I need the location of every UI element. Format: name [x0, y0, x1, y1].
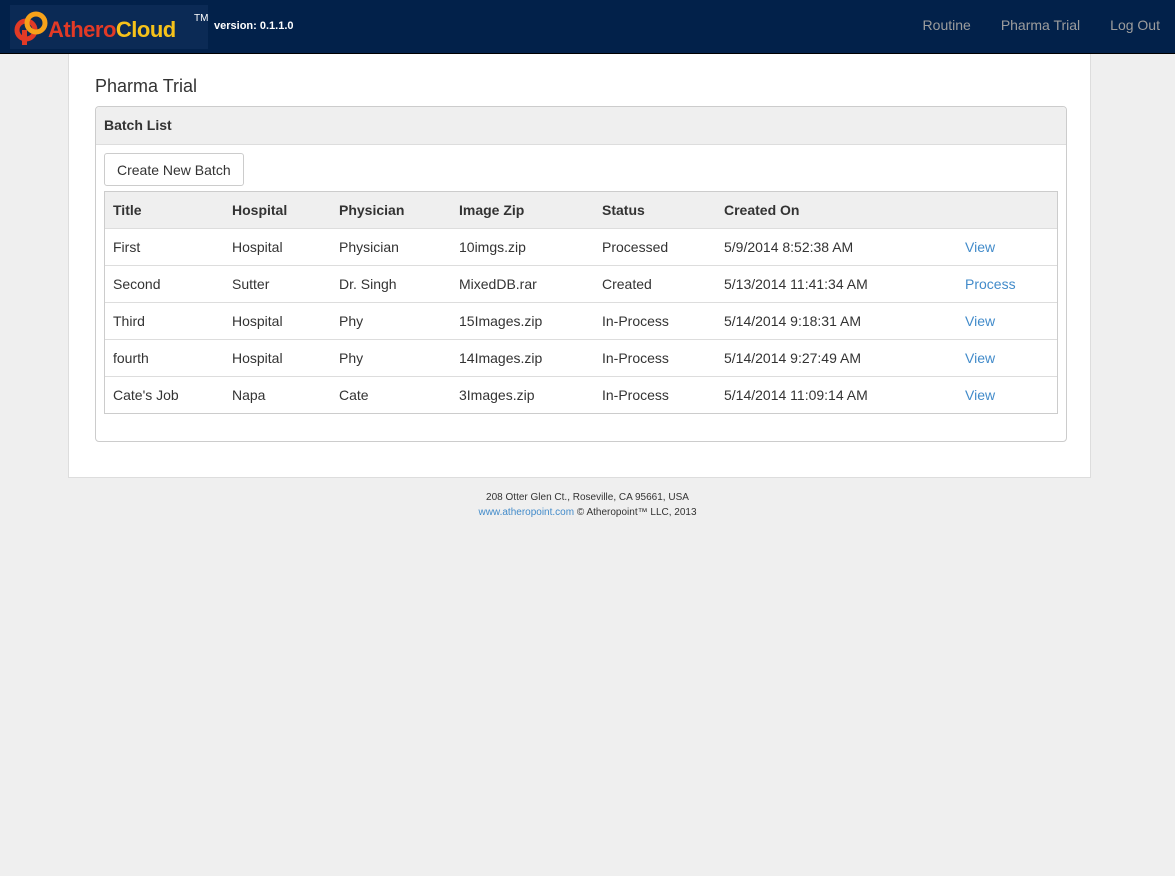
version-label: version: 0.1.1.0: [214, 20, 294, 32]
cell-hospital: Hospital: [224, 302, 331, 340]
cell-title: Third: [105, 302, 224, 340]
process-link[interactable]: Process: [965, 276, 1016, 292]
logo-text-athero: Athero: [48, 17, 116, 42]
column-header-hospital: Hospital: [224, 192, 331, 229]
footer-address: 208 Otter Glen Ct., Roseville, CA 95661,…: [486, 492, 689, 503]
view-link[interactable]: View: [965, 313, 995, 329]
cell-image-zip: 15Images.zip: [451, 302, 594, 340]
cell-status: Processed: [594, 228, 716, 266]
column-header-created-on: Created On: [716, 192, 957, 229]
nav-log-out[interactable]: Log Out: [1095, 0, 1175, 50]
column-header-action: [957, 192, 1057, 229]
column-header-title: Title: [105, 192, 224, 229]
table-row: Cate's Job Napa Cate 3Images.zip In-Proc…: [105, 377, 1057, 414]
cell-hospital: Hospital: [224, 228, 331, 266]
table-header-row: Title Hospital Physician Image Zip Statu…: [105, 192, 1057, 229]
nav-routine[interactable]: Routine: [908, 0, 986, 50]
footer-website-link[interactable]: www.atheropoint.com: [478, 507, 574, 518]
cell-created-on: 5/14/2014 11:09:14 AM: [724, 387, 868, 403]
column-header-status: Status: [594, 192, 716, 229]
cell-physician: Dr. Singh: [331, 265, 451, 303]
brand-logo[interactable]: AtheroCloud TM: [10, 5, 208, 49]
batch-table-wrapper[interactable]: Title Hospital Physician Image Zip Statu…: [104, 191, 1058, 414]
cell-physician: Phy: [331, 339, 451, 377]
cell-title: First: [105, 228, 224, 266]
table-row: Second Sutter Dr. Singh MixedDB.rar Crea…: [105, 265, 1057, 303]
main-container: Pharma Trial Batch List Create New Batch…: [68, 54, 1091, 478]
cell-hospital: Napa: [232, 387, 266, 403]
cell-title: Cate's Job: [113, 387, 179, 403]
footer: 208 Otter Glen Ct., Roseville, CA 95661,…: [0, 490, 1175, 520]
cell-image-zip: 10imgs.zip: [451, 228, 594, 266]
cell-image-zip: 3Images.zip: [459, 387, 535, 403]
cell-hospital: Sutter: [224, 265, 331, 303]
cell-action: View: [957, 228, 1057, 266]
page-title: Pharma Trial: [95, 76, 198, 96]
cell-created-on: 5/13/2014 11:41:34 AM: [716, 265, 957, 303]
table-row: fourth Hospital Phy 14Images.zip In-Proc…: [105, 339, 1057, 377]
cell-action: View: [957, 377, 1057, 414]
cell-created-on: 5/9/2014 8:52:38 AM: [716, 228, 957, 266]
cell-created-on: 5/14/2014 9:27:49 AM: [716, 339, 957, 377]
cell-created-on: 5/14/2014 9:18:31 AM: [716, 302, 957, 340]
cell-status: In-Process: [594, 339, 716, 377]
view-link[interactable]: View: [965, 387, 995, 403]
cell-physician: Phy: [331, 302, 451, 340]
column-header-physician: Physician: [331, 192, 451, 229]
panel-heading: Batch List: [96, 107, 1066, 145]
view-link[interactable]: View: [965, 350, 995, 366]
cell-hospital: Hospital: [224, 339, 331, 377]
cell-status: Created: [594, 265, 716, 303]
top-navbar: AtheroCloud TM version: 0.1.1.0 Routine …: [0, 0, 1175, 54]
athero-logo-icon: [14, 11, 48, 45]
view-link[interactable]: View: [965, 239, 995, 255]
cell-physician: Physician: [331, 228, 451, 266]
nav-links: Routine Pharma Trial Log Out: [908, 0, 1175, 50]
column-header-image-zip: Image Zip: [451, 192, 594, 229]
logo-text: AtheroCloud: [48, 17, 176, 43]
nav-pharma-trial[interactable]: Pharma Trial: [986, 0, 1095, 50]
cell-action: Process: [957, 265, 1057, 303]
table-row: First Hospital Physician 10imgs.zip Proc…: [105, 228, 1057, 266]
batch-list-panel: Batch List Create New Batch Title Hospit…: [95, 106, 1067, 442]
cell-image-zip: MixedDB.rar: [451, 265, 594, 303]
create-new-batch-button[interactable]: Create New Batch: [104, 153, 244, 186]
cell-title: fourth: [105, 339, 224, 377]
footer-copyright-line: www.atheropoint.com © Atheropoint™ LLC, …: [0, 505, 1175, 520]
cell-physician: Cate: [339, 387, 369, 403]
cell-status: In-Process: [594, 302, 716, 340]
cell-status: In-Process: [602, 387, 669, 403]
cell-image-zip: 14Images.zip: [451, 339, 594, 377]
batch-table: Title Hospital Physician Image Zip Statu…: [105, 192, 1057, 413]
cell-action: View: [957, 339, 1057, 377]
cell-title: Second: [105, 265, 224, 303]
logo-trademark: TM: [194, 13, 209, 24]
footer-copyright: © Atheropoint™ LLC, 2013: [576, 507, 697, 518]
cell-action: View: [957, 302, 1057, 340]
table-row: Third Hospital Phy 15Images.zip In-Proce…: [105, 302, 1057, 340]
logo-text-cloud: Cloud: [115, 17, 176, 42]
